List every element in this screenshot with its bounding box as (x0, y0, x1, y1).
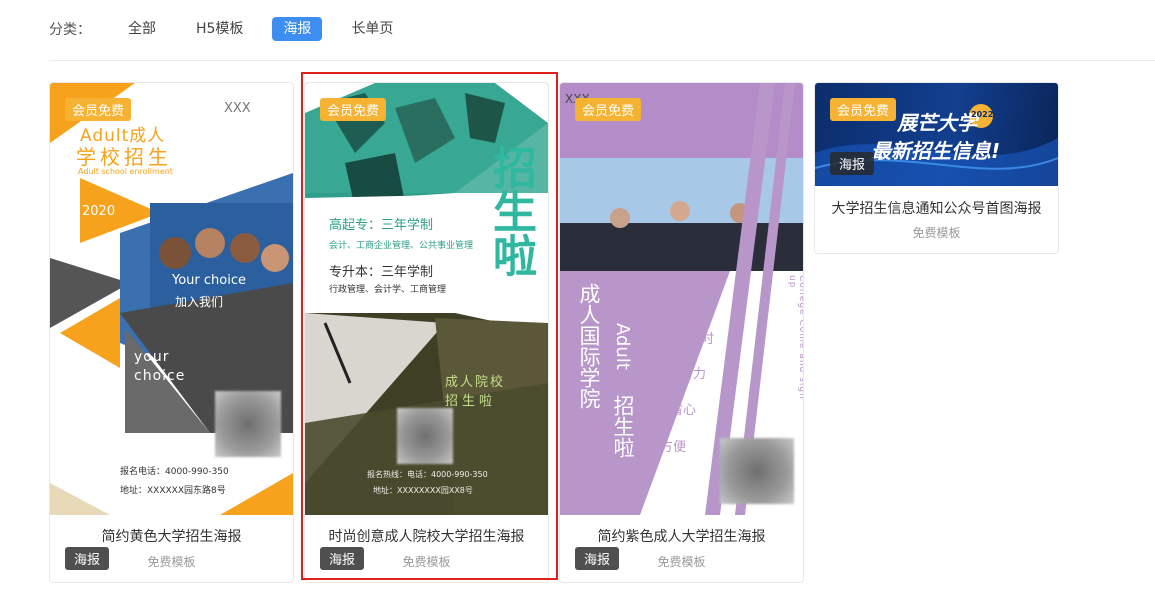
card-title[interactable]: 简约黄色大学招生海报 (50, 526, 293, 546)
banner-line-2: 最新招生信息! (871, 139, 1001, 163)
feature-2: 省力 (680, 367, 707, 382)
banner-year: 2022 (971, 110, 994, 119)
poster-thumbnail[interactable]: XXX Adult成人 学校招生 Adult school enrollment… (50, 83, 293, 515)
poster-your: your (134, 349, 170, 365)
feature-4: 方便 (660, 440, 687, 455)
tab-long-page[interactable]: 长单页 (340, 17, 404, 41)
template-card[interactable]: XXX 成人国际学院 招生啦 Adult 省时 省力 省心 方便 Adult I… (559, 82, 804, 583)
tab-poster[interactable]: 海报 (272, 17, 323, 41)
poster-year: 2020 (82, 204, 116, 219)
poster-h2-sub: 行政管理、会计学、工商管理 (329, 285, 447, 295)
vip-free-badge: 会员免费 (575, 98, 642, 121)
tab-all[interactable]: 全部 (117, 17, 167, 41)
category-label: 分类： (49, 22, 91, 38)
poster-h2: 专升本：三年学制 (329, 265, 434, 280)
filter-divider (49, 60, 1155, 61)
template-card[interactable]: 展芒大学 2022 最新招生信息! 会员免费 海报 大学招生信息通知公众号首图海… (814, 82, 1059, 254)
qr-code-placeholder (215, 391, 281, 457)
poster-type-badge: 海报 (830, 152, 875, 175)
poster-side-2: 招生啦 (445, 394, 497, 409)
poster-h1-sub: 会计、工商企业管理、公共事业管理 (329, 241, 474, 251)
qr-code-placeholder (720, 438, 794, 504)
card-subtitle: 免费模板 (912, 226, 961, 240)
poster-type-badge: 海报 (320, 547, 365, 570)
poster-col-2: 招生啦 (611, 395, 635, 458)
vip-free-badge: 会员免费 (830, 98, 897, 121)
template-card[interactable]: XXX Adult成人 学校招生 Adult school enrollment… (49, 82, 294, 583)
poster-adult-vertical: Adult (612, 323, 633, 370)
poster-thumbnail[interactable]: XXX 成人国际学院 招生啦 Adult 省时 省力 省心 方便 Adult I… (560, 83, 803, 515)
poster-corner-text: X (311, 93, 320, 107)
poster-side-1: 成人院校 (445, 375, 506, 390)
poster-corner-text: XXX (224, 101, 251, 116)
poster-col-1: 成人国际学院 (577, 283, 601, 409)
feature-3: 省心 (670, 403, 697, 418)
poster-address: 地址：XXXXXXXX园XX8号 (373, 486, 473, 495)
card-title[interactable]: 大学招生信息通知公众号首图海报 (815, 198, 1058, 218)
banner-line-1: 展芒大学 (897, 111, 977, 135)
tab-h5-template[interactable]: H5模板 (185, 17, 254, 41)
vip-free-badge: 会员免费 (65, 98, 132, 121)
poster-h1: 高起专：三年学制 (329, 218, 434, 233)
poster-headline-cn: 学校招生 (76, 145, 172, 169)
poster-choice-en: Your choice (172, 273, 246, 288)
poster-vertical-en: Adult International College Come and sig… (787, 275, 803, 400)
vip-free-badge: 会员免费 (320, 98, 387, 121)
poster-subline: Adult school enrollment (78, 167, 173, 176)
poster-type-badge: 海报 (65, 547, 110, 570)
poster-join-us: 加入我们 (175, 295, 224, 309)
poster-choice: choice (134, 368, 186, 384)
card-title[interactable]: 简约紫色成人大学招生海报 (560, 526, 803, 546)
poster-thumbnail[interactable]: X 招生啦 高起专：三年学制 会计、工商企业管理、公共事业管理 专升本：三年学制… (305, 83, 548, 515)
card-title[interactable]: 时尚创意成人院校大学招生海报 (305, 526, 548, 546)
poster-phone: 报名电话：4000-990-350 (120, 467, 229, 477)
qr-code-placeholder (397, 408, 453, 464)
template-card[interactable]: X 招生啦 高起专：三年学制 会计、工商企业管理、公共事业管理 专升本：三年学制… (304, 82, 549, 583)
poster-type-badge: 海报 (575, 547, 620, 570)
poster-phone: 报名热线：电话：4000-990-350 (367, 470, 488, 479)
poster-address: 地址：XXXXXX园东路8号 (120, 486, 226, 496)
feature-1: 省时 (688, 332, 715, 347)
category-filter-bar: 分类： 全部 H5模板 海报 长单页 (49, 16, 422, 42)
poster-big-title: 招生啦 (485, 145, 536, 277)
